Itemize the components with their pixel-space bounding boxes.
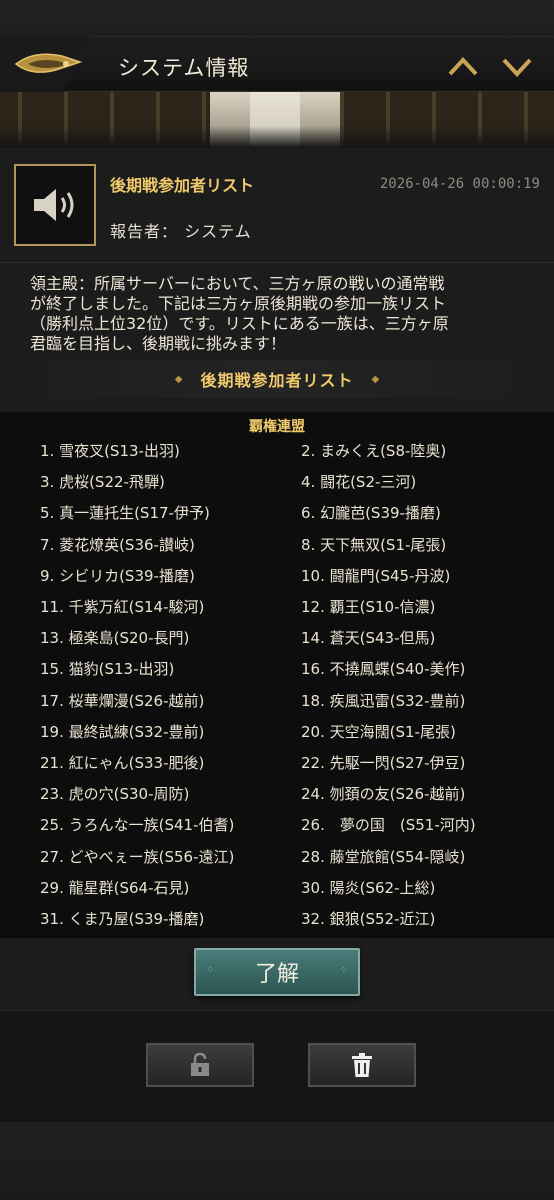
clan-list-item: 12. 覇王(S10-信濃): [301, 598, 436, 616]
header-banner-image: [0, 92, 554, 148]
clan-list-item: 1. 雪夜叉(S13-出羽): [40, 442, 180, 460]
clan-list-item: 22. 先駆一閃(S27-伊豆): [301, 754, 466, 772]
clan-list-item: 18. 疾風迅雷(S32-豊前): [301, 691, 466, 710]
delete-button[interactable]: [308, 1043, 416, 1087]
clan-list-item: 20. 天空海闊(S1-尾張): [301, 722, 456, 741]
message-body-line: 領主殿：所属サーバーにおいて、三方ヶ原の戦いの通常戦: [30, 274, 445, 293]
clan-list-panel: 覇権連盟 1. 雪夜叉(S13-出羽) 2. まみくえ(S8-陸奥) 3. 虎桜(S…: [0, 412, 554, 938]
footer-strip: [0, 1122, 554, 1200]
ornament-dot-icon: ◆: [174, 373, 183, 385]
message-reporter: 報告者： システム: [110, 218, 252, 242]
page-title: システム情報: [118, 56, 250, 80]
title-bar: システム情報: [0, 0, 554, 96]
clan-list-item: 5. 真一蓮托生(S17-伊予): [40, 504, 210, 523]
clan-list-item: 29. 龍星群(S64-石見): [40, 878, 190, 897]
clan-list-item: 14. 蒼天(S43-但馬): [301, 629, 436, 648]
clan-list-item: 32. 銀狼(S52-近江): [301, 910, 436, 928]
trash-icon: [352, 1053, 372, 1077]
clan-list-item: 4. 闘花(S2-三河): [301, 473, 417, 492]
message-title: 後期戦参加者リスト: [110, 176, 255, 195]
speaker-icon: [34, 189, 74, 221]
clan-list-item: 7. 菱花燎英(S36-讃岐): [40, 535, 195, 554]
ok-button[interactable]: ⁘ 了解 ⁘: [194, 948, 360, 996]
message-body-line: （勝利点上位32位）です。リストにある一族は、三方ヶ原: [30, 314, 449, 333]
clan-list-item: 16. 不撓鳳蝶(S40-美作): [301, 660, 466, 679]
clan-list-item: 26. 夢の国 (S51-河内): [301, 816, 476, 835]
list-heading-row: ◆ 後期戦参加者リスト ◆: [0, 360, 554, 398]
banner-shade: [0, 126, 554, 148]
reporter-name: システム: [184, 222, 252, 241]
clan-list-item: 25. うろんな一族(S41-伯耆): [40, 816, 235, 835]
message-body: 領主殿：所属サーバーにおいて、三方ヶ原の戦いの通常戦 が終了しました。下記は三方…: [30, 274, 534, 354]
clan-list-item: 31. くま乃屋(S39-播磨): [40, 910, 205, 928]
clan-list-item: 23. 虎の穴(S30-周防): [40, 785, 190, 804]
button-ornament-icon: ⁘: [339, 965, 348, 976]
ornament-dot-icon: ◆: [371, 373, 380, 385]
reporter-label: 報告者：: [110, 222, 179, 241]
message-panel: 後期戦参加者リスト 2026-04-26 00:00:19 報告者： システム …: [0, 148, 554, 1010]
message-type-badge: [14, 164, 96, 246]
clan-list-item: 13. 極楽島(S20-長門): [40, 629, 190, 648]
clan-list-item: 30. 陽炎(S62-上総): [301, 878, 436, 897]
clan-list-item: 10. 闘龍門(S45-丹波): [301, 566, 451, 585]
chevron-up-icon[interactable]: [446, 52, 480, 82]
message-body-line: が終了しました。下記は三方ヶ原後期戦の参加一族リスト: [30, 294, 447, 313]
clan-list-item: 21. 紅にゃん(S33-肥後): [40, 754, 205, 772]
clan-list-item: 24. 刎頚の友(S26-越前): [301, 785, 466, 804]
clan-list-item: 28. 藤堂旅館(S54-隠岐): [301, 847, 466, 866]
unlock-button[interactable]: [146, 1043, 254, 1087]
chevron-down-icon[interactable]: [500, 52, 534, 82]
clan-list-item: 9. シビリカ(S39-播磨): [40, 566, 195, 585]
message-timestamp: 2026-04-26 00:00:19: [379, 176, 540, 192]
crest-logo-icon: [14, 53, 83, 73]
clan-list-item: 17. 桜華爛漫(S26-越前): [40, 691, 205, 710]
alliance-name: 覇権連盟: [249, 419, 305, 435]
clan-list-item: 8. 天下無双(S1-尾張): [301, 535, 447, 554]
clan-list-item: 3. 虎桜(S22-飛騨): [40, 473, 165, 492]
clan-list-item: 15. 猫豹(S13-出羽): [40, 660, 175, 679]
action-bar: [0, 1010, 554, 1122]
divider: [0, 262, 554, 263]
message-body-line: 君臨を目指し、後期戦に挑みます！: [30, 334, 287, 353]
unlock-icon: [191, 1052, 209, 1076]
clan-list-item: 27. どやべぇー族(S56-遠江): [40, 847, 235, 866]
clan-list-item: 2. まみくえ(S8-陸奥): [301, 442, 447, 460]
ok-button-label: 了解: [254, 962, 299, 987]
clan-list-item: 19. 最終試練(S32-豊前): [40, 722, 205, 741]
list-heading: 後期戦参加者リスト: [200, 371, 354, 390]
clan-list-item: 11. 千紫万紅(S14-駿河): [40, 598, 205, 616]
clan-list-item: 6. 幻朧芭(S39-播磨): [301, 504, 441, 523]
button-ornament-icon: ⁘: [206, 965, 215, 976]
